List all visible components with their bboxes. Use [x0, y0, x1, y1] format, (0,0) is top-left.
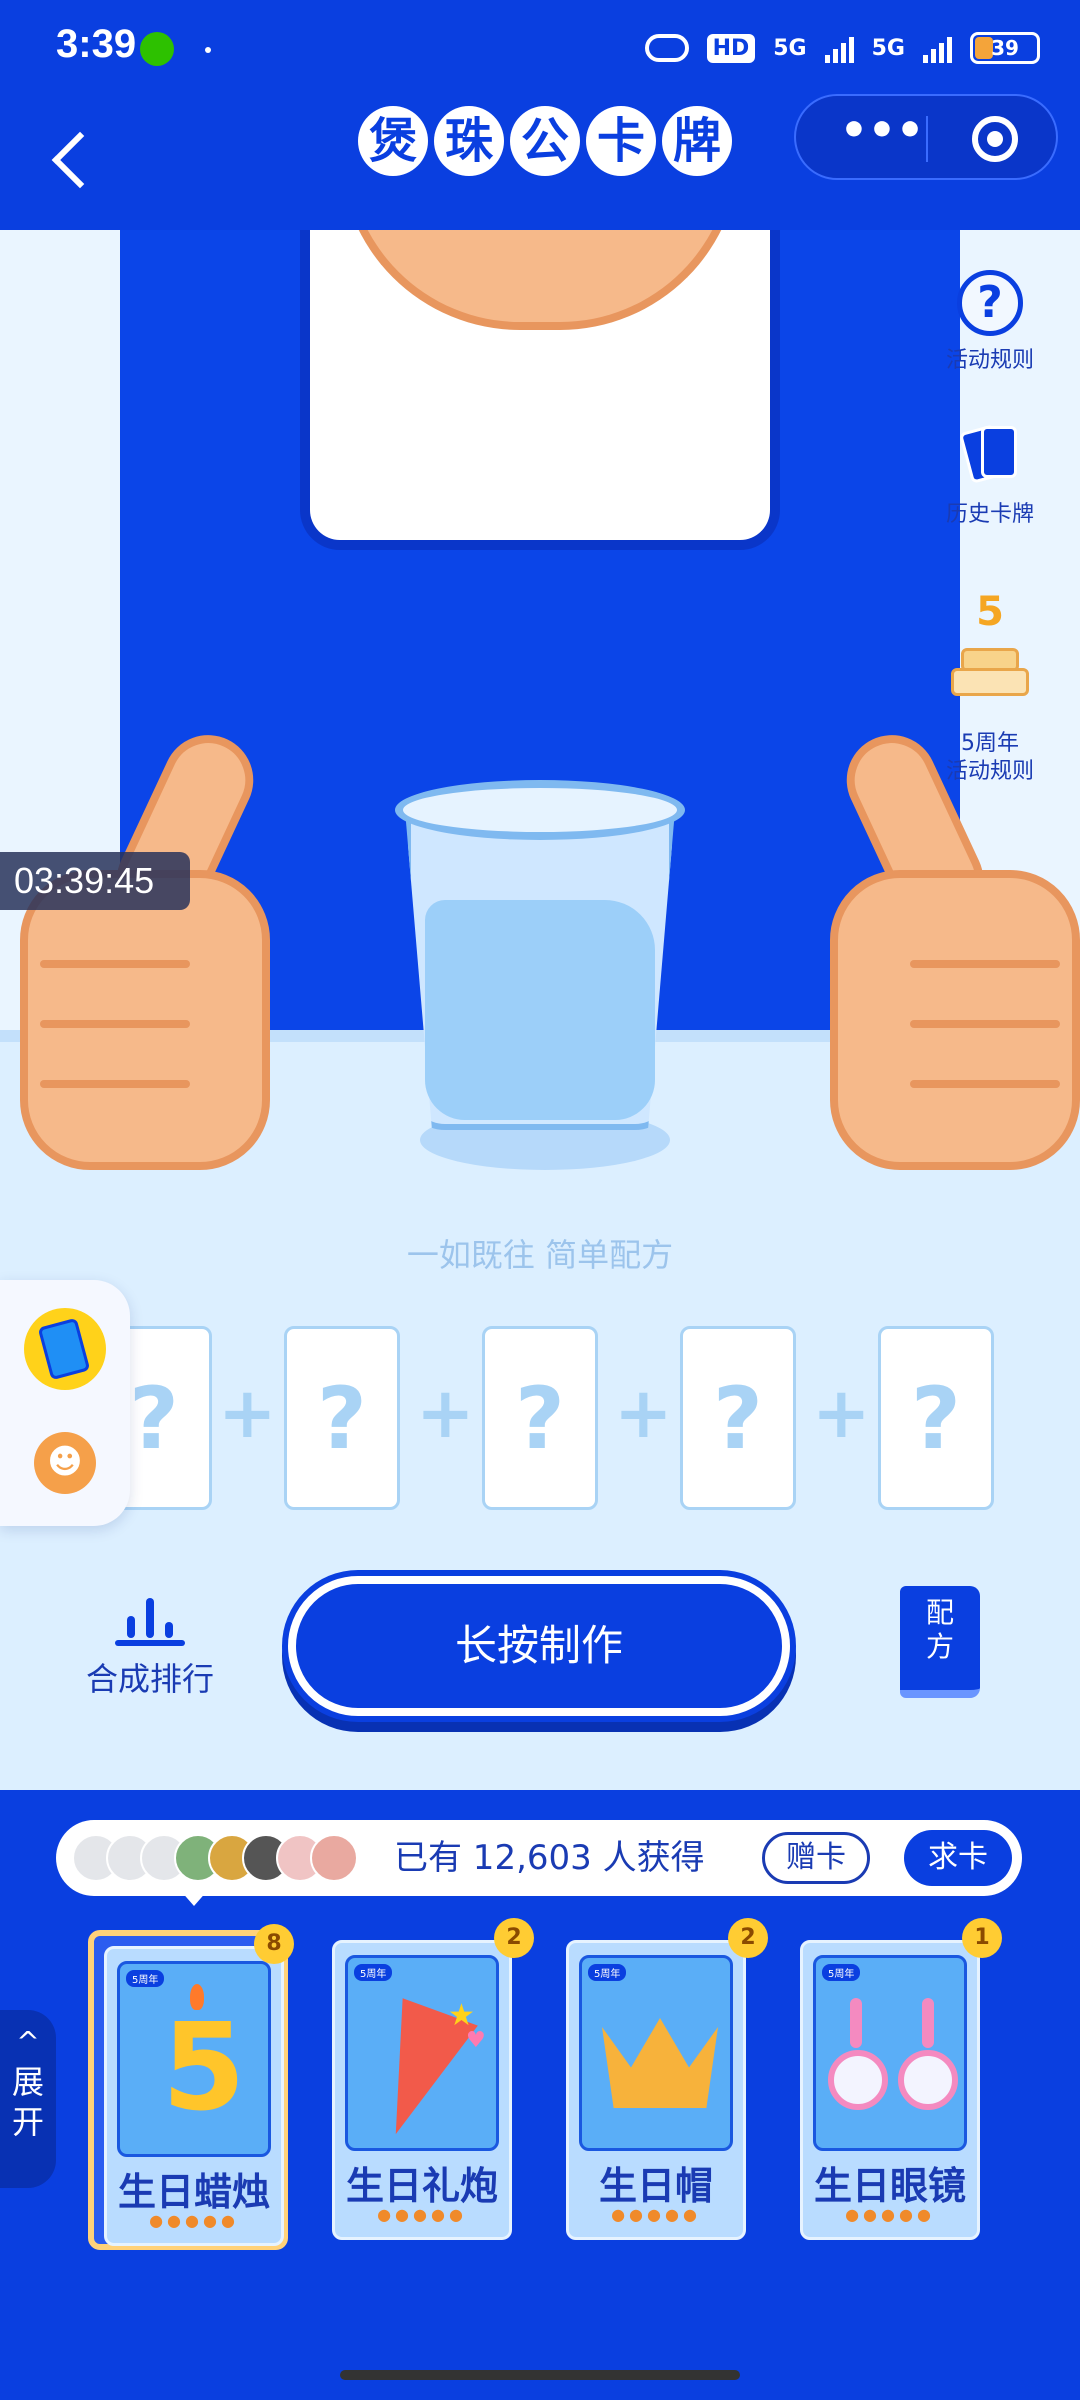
activity-rules-link[interactable]: ? 活动规则: [920, 270, 1060, 374]
history-cards-label: 历史卡牌: [945, 502, 1034, 527]
ingredient-slot[interactable]: ?: [482, 1326, 598, 1510]
card-birthday-hat[interactable]: 5周年 生日帽 ●●●●● 2: [556, 1918, 768, 2250]
avatar: [310, 1834, 358, 1882]
title-char: 珠: [434, 106, 504, 176]
card-name: 生日礼炮: [345, 2164, 498, 2208]
rank-button[interactable]: 合成排行: [80, 1590, 220, 1700]
title-char: 煲: [358, 106, 428, 176]
plus-icon: +: [614, 1372, 673, 1454]
battery-level: 39: [991, 36, 1019, 60]
battery-icon: 39: [970, 32, 1040, 64]
card-count-badge: 2: [728, 1918, 768, 1958]
network-label-1: 5G: [773, 35, 807, 61]
card-name: 生日蜡烛: [117, 2170, 270, 2214]
title-char: 卡: [586, 106, 656, 176]
card-tag: 5周年: [588, 1964, 627, 1981]
expand-tab[interactable]: ^ 展开: [0, 2010, 56, 2188]
crown-icon: 5周年: [579, 1955, 733, 2151]
title-char: 牌: [662, 106, 732, 176]
wechat-icon: [140, 32, 174, 66]
rank-icon: [115, 1590, 185, 1646]
card-tag: 5周年: [126, 1970, 165, 1987]
page-title: 煲 珠 公 卡 牌: [358, 106, 732, 176]
notification-dot-icon: [205, 47, 211, 53]
recipe-book-button[interactable]: 配方: [900, 1586, 980, 1698]
plus-icon: +: [812, 1372, 871, 1454]
rarity-flames: ●●●●●: [149, 2211, 239, 2230]
candle-icon: 5周年 5: [117, 1961, 271, 2157]
rarity-flames: ●●●●●: [845, 2205, 935, 2224]
card-list: 5周年 5 生日蜡烛 ●●●●● 8 5周年 ★ ♥ 生日礼炮 ●●●●● 2 …: [0, 1918, 1080, 2260]
make-button[interactable]: 长按制作: [288, 1576, 790, 1716]
card-tag: 5周年: [354, 1964, 393, 1981]
plus-icon: +: [416, 1372, 475, 1454]
card-birthday-popper[interactable]: 5周年 ★ ♥ 生日礼炮 ●●●●● 2: [322, 1918, 534, 2250]
glasses-icon: 5周年: [813, 1955, 967, 2151]
chevron-up-icon: ^: [16, 2025, 40, 2058]
network-label-2: 5G: [871, 35, 905, 61]
owners-bar: 已有 12,603 人获得 赠卡 求卡: [56, 1820, 1022, 1906]
anniversary-rules-link[interactable]: 5 5周年 活动规则: [920, 570, 1060, 814]
miniprogram-capsule: •••: [794, 94, 1058, 180]
activity-rules-label: 活动规则: [945, 348, 1034, 373]
close-miniprogram-icon[interactable]: [972, 116, 1018, 162]
card-collection-panel: 已有 12,603 人获得 赠卡 求卡 5周年 5 生日蜡烛 ●●●●● 8 5…: [0, 1790, 1080, 2400]
recipe-book-label: 配方: [925, 1596, 954, 1663]
card-birthday-glasses[interactable]: 5周年 生日眼镜 ●●●●● 1: [790, 1918, 1002, 2250]
card-name: 生日帽: [598, 2164, 713, 2208]
thumbs-up-left-illustration: [20, 720, 270, 1170]
card-tag: 5周年: [822, 1964, 861, 1981]
card-count-badge: 8: [254, 1924, 294, 1964]
tap-card-icon[interactable]: [24, 1308, 106, 1390]
signal-icon-2: [923, 33, 952, 63]
cards-icon: [955, 420, 1025, 490]
hd-badge: HD: [706, 33, 756, 63]
gift-card-button[interactable]: 赠卡: [762, 1832, 870, 1884]
rarity-flames: ●●●●●: [377, 2205, 467, 2224]
water-cup-illustration: [395, 780, 685, 1150]
more-button[interactable]: •••: [832, 96, 932, 182]
card-count-badge: 1: [962, 1918, 1002, 1958]
card-count-badge: 2: [494, 1918, 534, 1958]
anniversary-rules-label: 5周年 活动规则: [945, 731, 1034, 784]
request-card-button[interactable]: 求卡: [904, 1830, 1012, 1886]
recipe-hint: 一如既往 简单配方: [406, 1236, 674, 1274]
ingredient-slots: ? + ? + ? + ? + ?: [96, 1326, 1006, 1512]
card-birthday-candle[interactable]: 5周年 5 生日蜡烛 ●●●●● 8: [88, 1924, 294, 2250]
history-cards-link[interactable]: 历史卡牌: [920, 420, 1060, 528]
signal-icon: [824, 33, 854, 63]
card-name: 生日眼镜: [813, 2164, 966, 2208]
party-popper-icon: 5周年 ★ ♥: [345, 1955, 499, 2151]
ingredient-slot[interactable]: ?: [680, 1326, 796, 1510]
title-char: 公: [510, 106, 580, 176]
ingredient-slot[interactable]: ?: [878, 1326, 994, 1510]
accessibility-icon[interactable]: ☻: [34, 1432, 96, 1494]
back-button[interactable]: [40, 120, 100, 200]
question-icon: ?: [957, 270, 1023, 336]
hero-scene: ? 活动规则 历史卡牌 5 5周年 活动规则 03:39:45: [0, 230, 1080, 1790]
ingredient-slot[interactable]: ?: [284, 1326, 400, 1510]
capsule-divider: [926, 116, 928, 162]
status-bar: 3:39 HD 5G 5G 39: [0, 0, 1080, 96]
home-indicator[interactable]: [340, 2370, 740, 2380]
status-time: 3:39: [56, 22, 137, 66]
countdown-timer: 03:39:45: [0, 852, 190, 910]
expand-label: 展开: [12, 2063, 45, 2141]
status-icons: HD 5G 5G 39: [644, 26, 1040, 70]
title-bar: 煲 珠 公 卡 牌 •••: [0, 94, 1080, 230]
link-icon: [644, 34, 689, 62]
plus-icon: +: [218, 1372, 277, 1454]
floating-tools-panel: ☻: [0, 1280, 130, 1526]
owners-count-text: 已有 12,603 人获得: [394, 1838, 705, 1878]
rank-label: 合成排行: [85, 1660, 214, 1698]
cake-icon: 5: [945, 592, 1035, 698]
rarity-flames: ●●●●●: [611, 2205, 701, 2224]
